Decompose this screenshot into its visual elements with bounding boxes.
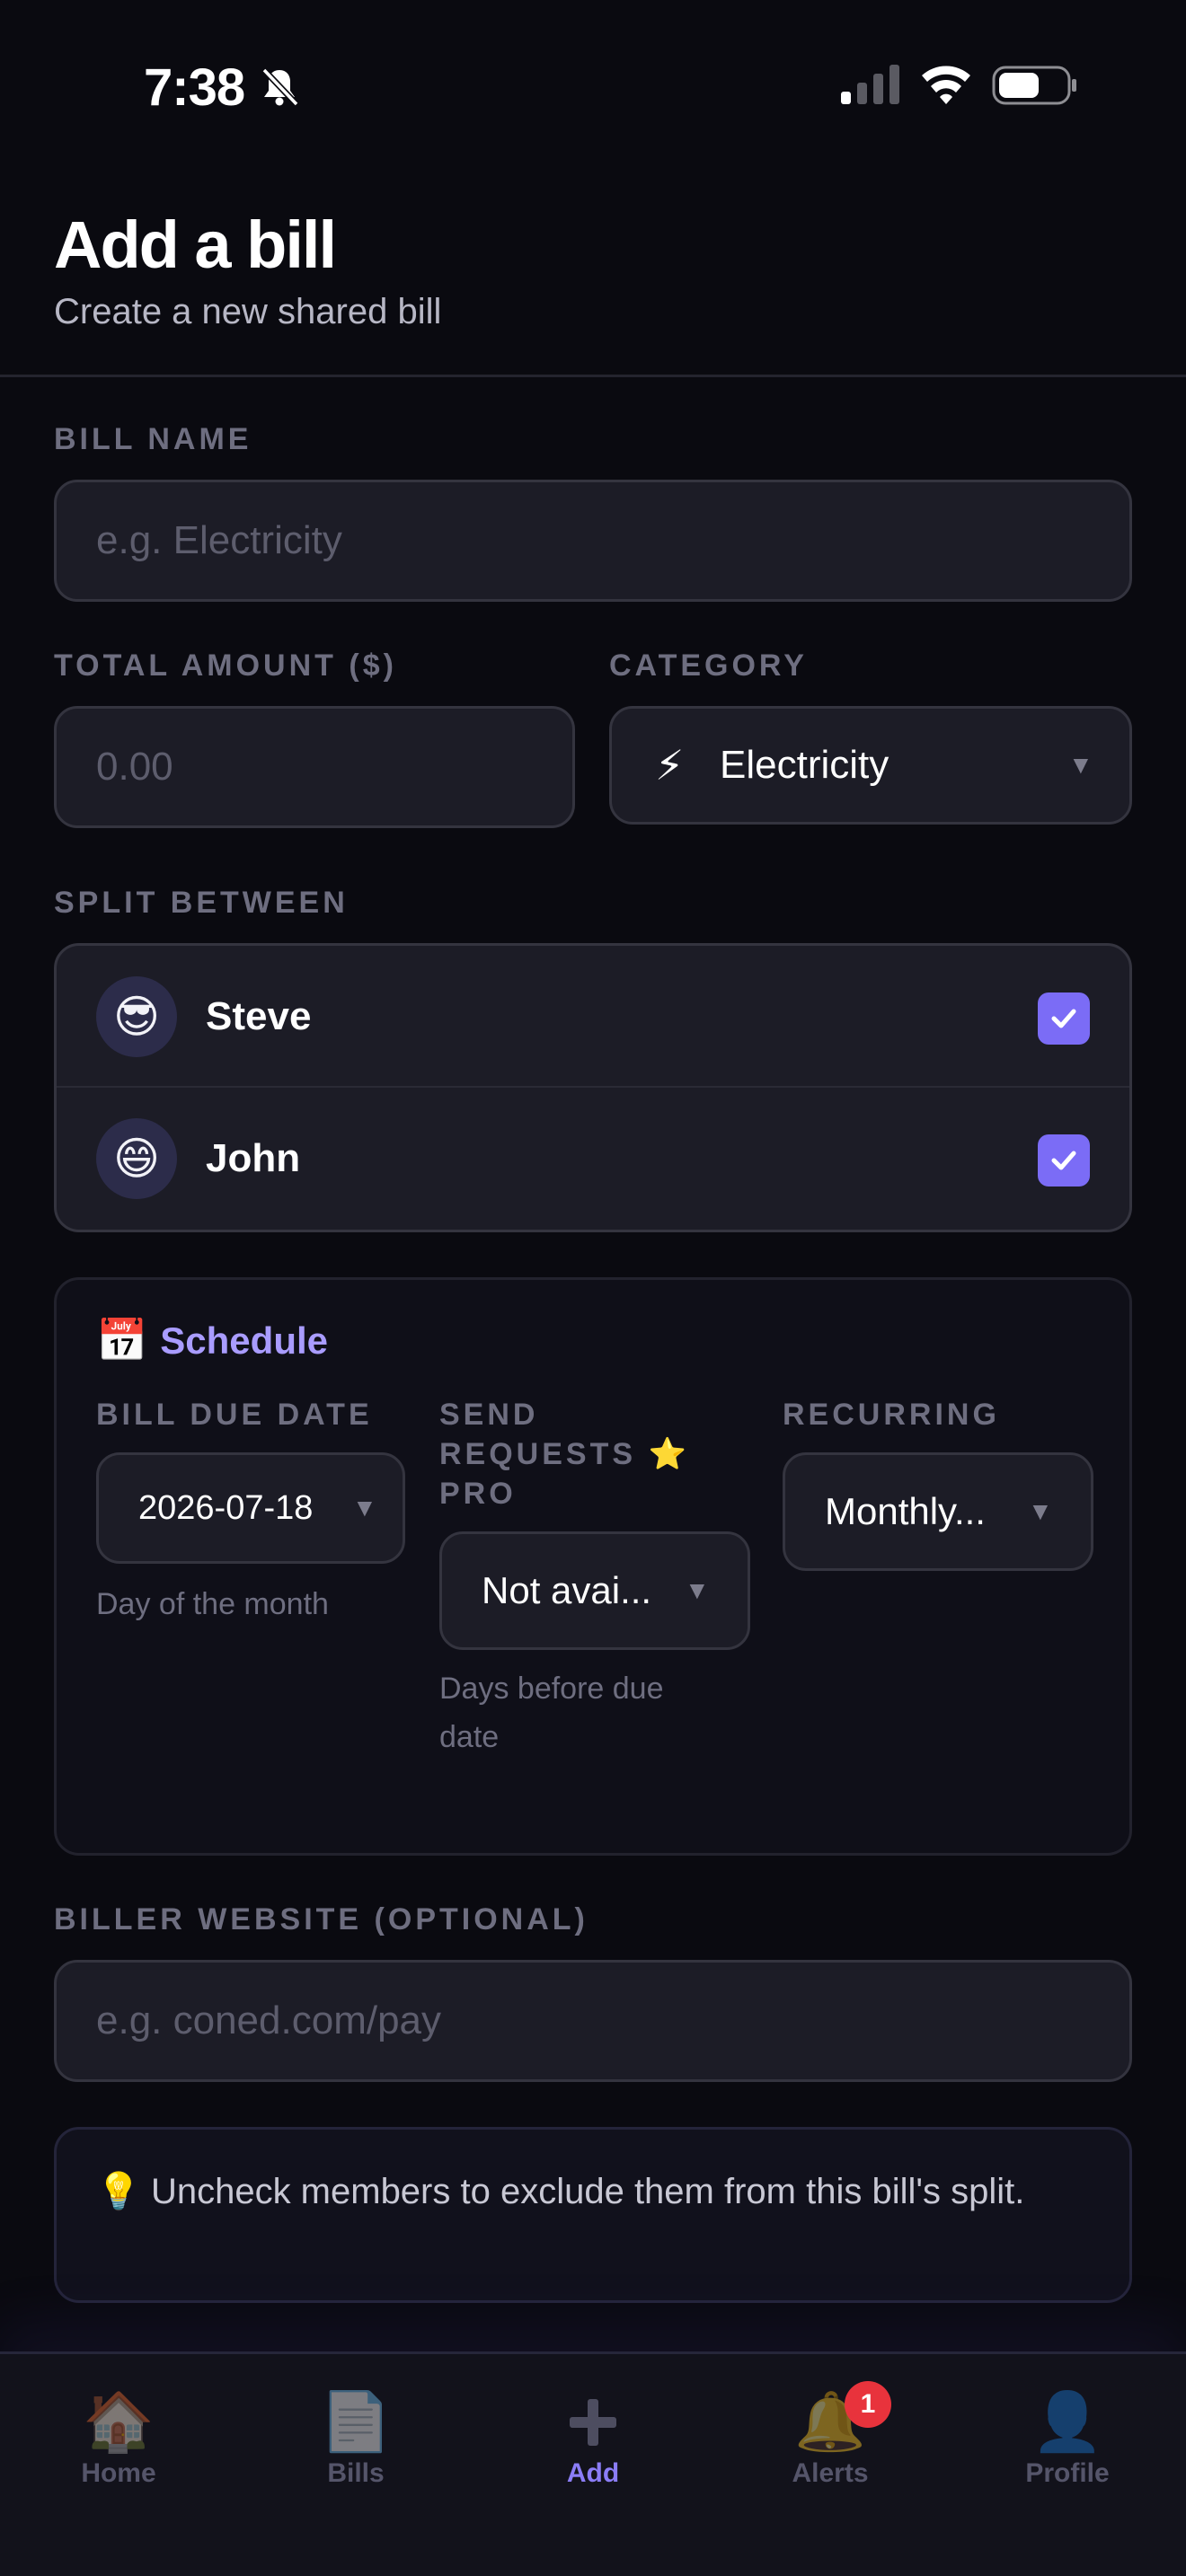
chevron-down-icon: ▼ [352, 1494, 377, 1522]
biller-website-label: BILLER WEBSITE (OPTIONAL) [54, 1902, 589, 1936]
total-amount-placeholder: 0.00 [96, 745, 173, 789]
home-icon: 🏠 [83, 2389, 155, 2454]
due-date-label: BILL DUE DATE [96, 1398, 373, 1432]
chevron-down-icon: ▼ [1028, 1497, 1053, 1525]
page-title: Add a bill [54, 207, 337, 282]
biller-website-input[interactable]: e.g. coned.com/pay [54, 1960, 1132, 2082]
total-amount-label: TOTAL AMOUNT ($) [54, 648, 397, 683]
schedule-card: 📅 Schedule BILL DUE DATE 2026-07-18 ▼ Da… [54, 1277, 1132, 1856]
send-requests-value: Not avai... [482, 1569, 652, 1611]
page-subtitle: Create a new shared bill [54, 292, 442, 331]
member-checkbox[interactable] [1038, 992, 1090, 1045]
chevron-down-icon: ▼ [1068, 751, 1093, 779]
send-requests-hint: Days before due date [439, 1664, 664, 1761]
tab-label: Add [566, 2458, 620, 2488]
status-bar: 7:38 [0, 0, 1186, 135]
member-name: John [206, 1136, 301, 1180]
pro-label: PRO [439, 1477, 517, 1511]
tab-home[interactable]: 🏠 Home [0, 2354, 237, 2534]
checkmark-icon [1051, 1151, 1076, 1170]
page-header: Add a bill Create a new shared bill [0, 135, 1186, 377]
avatar: 😄 [96, 1118, 177, 1199]
wifi-icon [922, 66, 970, 104]
notification-badge: 1 [845, 2381, 891, 2428]
status-time: 7:38 [144, 58, 245, 117]
silent-bell-icon [261, 67, 299, 107]
category-label: CATEGORY [609, 648, 808, 683]
due-date-hint: Day of the month [96, 1587, 329, 1621]
tab-label: Bills [327, 2458, 385, 2488]
recurring-value: Monthly... [825, 1490, 986, 1532]
tab-alerts[interactable]: 🔔 Alerts 1 [712, 2354, 949, 2534]
due-date-value: 2026-07-18 [138, 1488, 314, 1527]
member-name: Steve [206, 994, 312, 1038]
member-row-steve[interactable]: 😎 Steve [57, 946, 1129, 1088]
send-requests-select[interactable]: Not avai... ▼ [439, 1531, 750, 1650]
member-row-john[interactable]: 😄 John [57, 1088, 1129, 1230]
recurring-select[interactable]: Monthly... ▼ [783, 1452, 1093, 1571]
user-icon: 👤 [1031, 2389, 1103, 2454]
bill-name-placeholder: e.g. Electricity [96, 518, 342, 562]
lightning-icon: ⚡ [655, 742, 685, 789]
plus-glyph [570, 2399, 616, 2446]
avatar: 😎 [96, 976, 177, 1057]
send-requests-label-line: SEND [439, 1398, 539, 1432]
biller-website-placeholder: e.g. coned.com/pay [96, 1998, 442, 2042]
tab-label: Profile [1025, 2458, 1110, 2488]
tab-add[interactable]: Add [474, 2354, 712, 2534]
schedule-title-text: Schedule [160, 1319, 329, 1362]
category-select[interactable]: ⚡ Electricity ▼ [609, 706, 1132, 825]
recurring-label: RECURRING [783, 1398, 1000, 1432]
tab-label: Home [81, 2458, 156, 2488]
checkmark-icon [1051, 1009, 1076, 1028]
due-date-select[interactable]: 2026-07-18 ▼ [96, 1452, 405, 1564]
plus-icon [566, 2390, 620, 2453]
category-value: Electricity [720, 743, 890, 787]
bill-name-input[interactable]: e.g. Electricity [54, 480, 1132, 602]
tab-label: Alerts [792, 2458, 869, 2488]
chevron-down-icon: ▼ [685, 1576, 710, 1604]
member-checkbox[interactable] [1038, 1134, 1090, 1187]
tab-profile[interactable]: 👤 Profile [949, 2354, 1186, 2534]
tab-bills[interactable]: 📄 Bills [237, 2354, 474, 2534]
tip-text: Uncheck members to exclude them from thi… [150, 2172, 1025, 2211]
total-amount-input[interactable]: 0.00 [54, 706, 575, 828]
send-requests-label-line: REQUESTS ⭐ [439, 1437, 690, 1471]
tip-text-block: 💡 Uncheck members to exclude them from t… [96, 2166, 1093, 2218]
cellular-signal-icon [841, 65, 899, 104]
bill-name-label: BILL NAME [54, 422, 252, 456]
battery-icon [992, 66, 1076, 105]
send-requests-hint-line: date [439, 1720, 500, 1754]
send-requests-hint-line: Days before due [439, 1672, 664, 1706]
split-between-label: SPLIT BETWEEN [54, 886, 349, 920]
lightbulb-icon: 💡 [96, 2172, 141, 2211]
members-list: 😎 Steve 😄 John [54, 943, 1132, 1232]
bottom-tab-bar: 🏠 Home 📄 Bills Add 🔔 Alerts 1 👤 Profile [0, 2351, 1186, 2576]
calendar-icon: 📅 [96, 1317, 148, 1363]
tip-card: 💡 Uncheck members to exclude them from t… [54, 2127, 1132, 2303]
document-icon: 📄 [320, 2389, 392, 2454]
add-bill-screen: 7:38 Add a bill Create a new shared bill [0, 0, 1186, 2576]
schedule-title: 📅 Schedule [96, 1316, 328, 1365]
send-requests-label: SEND REQUESTS ⭐ PRO [439, 1395, 690, 1513]
